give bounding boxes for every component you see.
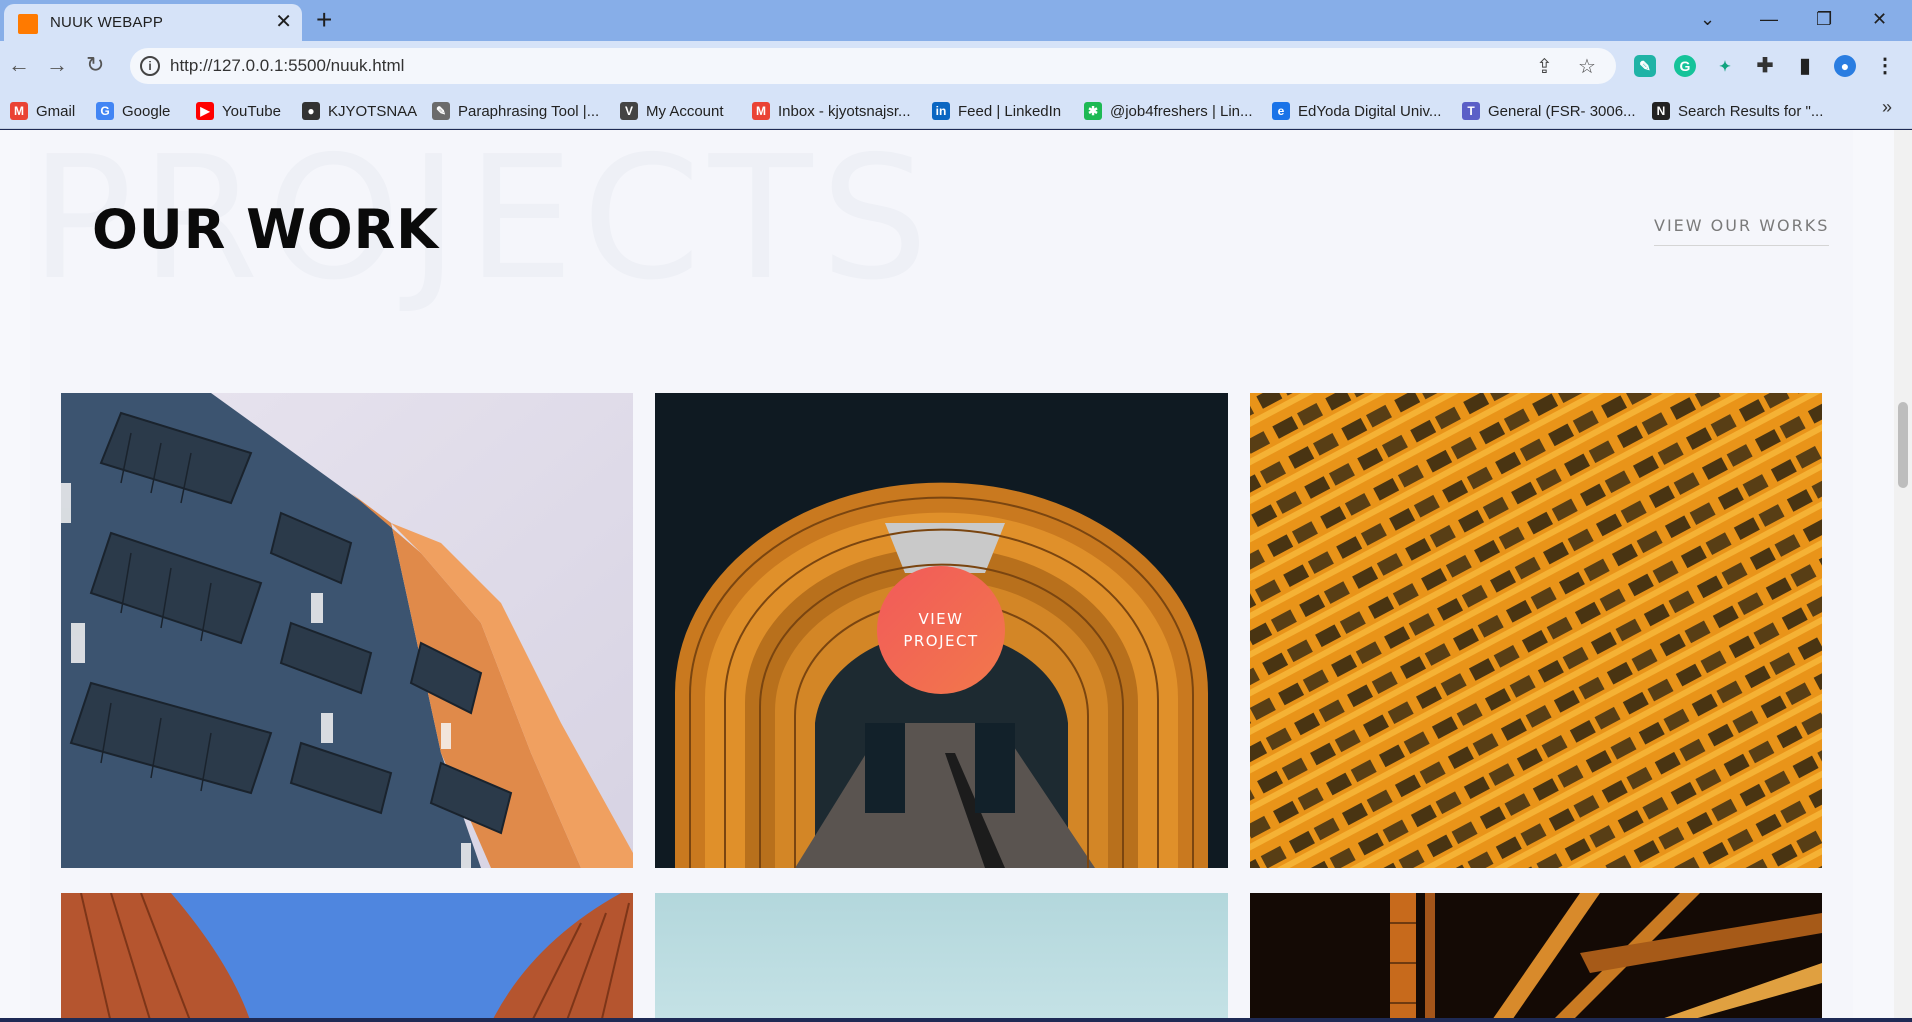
bookmark-label: Feed | LinkedIn [958,102,1062,120]
bookmark-item[interactable]: ▶ YouTube [196,100,281,122]
bookmark-label: @job4freshers | Lin... [1110,102,1253,120]
close-tab-icon[interactable]: ✕ [275,10,292,34]
apartment-balconies-image [61,393,633,868]
gmail-icon: M [10,102,28,120]
google-icon: G [96,102,114,120]
bookmark-label: Google [122,102,171,120]
bookmark-label: My Account [646,102,724,120]
orange-facade-image [1250,393,1822,868]
bookmark-item[interactable]: ✎ Paraphrasing Tool |... [432,100,599,122]
bookmark-item[interactable]: G Google [96,100,170,122]
browser-tab[interactable]: NUUK WEBAPP ✕ [4,4,302,41]
project-card-teal-sky[interactable] [655,893,1228,1020]
forward-arrow-icon[interactable]: → [46,51,68,79]
site-info-icon[interactable]: i [140,56,160,76]
edyoda-icon: e [1272,102,1290,120]
bookmark-item[interactable]: N Search Results for "... [1652,100,1823,122]
bookmark-label: Inbox - kjyotsnajsr... [778,102,911,120]
view-project-label-line2: PROJECT [903,632,979,650]
project-card-orange-bridge[interactable] [1250,893,1822,1020]
bookmark-item[interactable]: ● KJYOTSNAA [302,100,417,122]
profile-avatar[interactable]: ● [1834,55,1856,77]
bookmark-label: Paraphrasing Tool |... [458,102,600,120]
scrollbar-thumb[interactable] [1898,402,1908,488]
bookmark-item[interactable]: V My Account [620,100,724,122]
new-tab-button[interactable]: + [316,6,332,34]
linkedin-icon: in [932,102,950,120]
view-project-label-line1: VIEW [918,610,964,628]
window-close-button[interactable]: ✕ [1872,6,1887,32]
quill-icon: ✎ [432,102,450,120]
restore-button[interactable]: ❐ [1816,6,1832,32]
view-our-works-link[interactable]: VIEW OUR WORKS [1654,216,1830,246]
bookmark-item[interactable]: M Gmail [10,100,75,122]
notes-extension-icon[interactable]: ✎ [1634,55,1656,77]
project-card-curved-roofs[interactable] [61,893,633,1020]
gmail-icon: M [752,102,770,120]
bookmark-label: EdYoda Digital Univ... [1298,102,1442,120]
title-bar: NUUK WEBAPP ✕ + ⌄ — ❐ ✕ [0,0,1912,41]
browser-toolbar: ← → ↻ i http://127.0.0.1:5500/nuuk.html … [0,41,1912,91]
url-text[interactable]: http://127.0.0.1:5500/nuuk.html [170,56,404,76]
address-bar[interactable]: i http://127.0.0.1:5500/nuuk.html ⇪ ☆ [130,48,1616,84]
bookmark-item[interactable]: e EdYoda Digital Univ... [1272,100,1441,122]
section-title: OUR WORK [92,198,440,261]
grammarly-extension-icon[interactable]: G [1674,55,1696,77]
bookmark-item[interactable]: ✱ @job4freshers | Lin... [1084,100,1253,122]
asterisk-icon: ✱ [1084,102,1102,120]
search-results-icon: N [1652,102,1670,120]
bookmark-label: Search Results for "... [1678,102,1824,120]
bookmark-label: KJYOTSNAA [328,102,418,120]
tab-title: NUUK WEBAPP [50,14,164,31]
bookmark-item[interactable]: in Feed | LinkedIn [932,100,1061,122]
bookmark-item[interactable]: T General (FSR- 3006... [1462,100,1636,122]
orange-bridge-image [1250,893,1822,1020]
minimize-button[interactable]: — [1760,6,1778,32]
curved-roofs-image [61,893,633,1020]
tab-search-chevron-icon[interactable]: ⌄ [1700,6,1715,32]
project-card-orange-facade[interactable] [1250,393,1822,868]
page-viewport: PROJECTS OUR WORK VIEW OUR WORKS VIEW PR… [0,130,1912,1020]
bookmark-item[interactable]: M Inbox - kjyotsnajsr... [752,100,911,122]
project-card-apartment-balconies[interactable] [61,393,633,868]
reload-icon[interactable]: ↻ [86,51,104,79]
share-icon[interactable]: ⇪ [1536,54,1553,79]
teams-icon: T [1462,102,1480,120]
bookmarks-overflow-icon[interactable]: » [1882,97,1892,118]
view-project-button[interactable]: VIEW PROJECT [877,566,1005,694]
bookmarks-bar: » M Gmail G Google ▶ YouTube ● KJYOTSNAA ✎ Paraph… [0,91,1912,129]
browser-menu-icon[interactable]: ⋮ [1874,55,1896,77]
bookmark-label: Gmail [36,102,76,120]
bookmark-star-icon[interactable]: ☆ [1578,54,1596,79]
taskbar-edge [0,1018,1912,1022]
bird-extension-icon[interactable]: ✦ [1714,55,1736,77]
back-arrow-icon[interactable]: ← [8,51,30,79]
bookmark-label: General (FSR- 3006... [1488,102,1636,120]
page-scrollbar[interactable] [1894,130,1912,1020]
bookmark-label: YouTube [222,102,281,120]
vit-icon: V [620,102,638,120]
youtube-icon: ▶ [196,102,214,120]
side-panel-icon[interactable]: ▮ [1794,55,1816,77]
extensions-puzzle-icon[interactable]: ✚ [1754,55,1776,77]
tab-favicon-icon [18,14,38,34]
github-icon: ● [302,102,320,120]
